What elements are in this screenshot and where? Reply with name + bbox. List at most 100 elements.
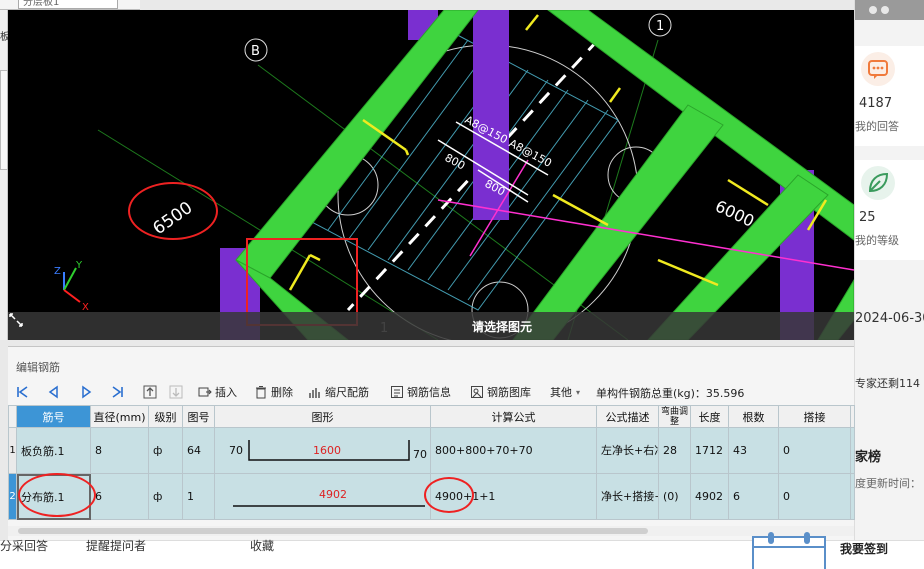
scale-bars-icon <box>309 388 320 398</box>
prev-record-icon[interactable] <box>46 384 62 400</box>
annotation-oval-formula <box>424 477 474 513</box>
calendar-ring <box>768 532 774 544</box>
header-grade[interactable]: 级别 <box>148 405 183 428</box>
cell-extra <box>850 427 855 474</box>
next-record-icon[interactable] <box>78 384 94 400</box>
model-canvas[interactable]: B 1 6500 6000 A8@150 A8@150 800 800 1 Z … <box>8 10 854 340</box>
info-sheet-icon <box>391 386 403 398</box>
chevron-down-icon: ▾ <box>576 387 581 397</box>
answers-label: 我的回答 <box>855 120 899 133</box>
my-answers-card[interactable]: 4187 我的回答 <box>855 46 924 146</box>
app-root: 分层板1 板 B 1 6500 6000 A8@150 A8@150 800 8… <box>0 0 924 569</box>
header-count[interactable]: 根数 <box>728 405 779 428</box>
expiry-date: 2024-06-30 <box>855 311 924 326</box>
other-menu-button[interactable]: 其他 ▾ <box>550 383 580 401</box>
header-figure-no[interactable]: 图号 <box>182 405 215 428</box>
calendar-top <box>754 538 824 548</box>
expert-remaining: 专家还剩114 <box>855 377 920 390</box>
scale-rebar-button[interactable]: 缩尺配筋 <box>308 383 369 401</box>
cell-bar-no[interactable]: 板负筋.1 <box>16 427 91 474</box>
header-formula[interactable]: 计算公式 <box>430 405 597 428</box>
cell-formula-desc[interactable]: 左净长+右净长+… <box>596 427 659 474</box>
cell-figure-no[interactable]: 64 <box>182 427 215 474</box>
cell-grade[interactable]: ф <box>148 473 183 520</box>
total-weight: 单构件钢筋总重(kg)：35.596 <box>596 387 745 400</box>
table-header: 筋号 直径(mm) 级别 图号 图形 计算公式 公式描述 弯曲调整 长度 根数 … <box>8 405 855 428</box>
cell-diameter[interactable]: 6 <box>90 473 149 520</box>
layer-selector[interactable]: 分层板1 <box>18 0 118 9</box>
move-down-icon[interactable] <box>168 384 184 400</box>
insert-label: 插入 <box>215 386 237 399</box>
favorite-link[interactable]: 收藏 <box>250 537 274 554</box>
header-lap[interactable]: 搭接 <box>778 405 851 428</box>
rebar-info-button[interactable]: 钢筋信息 <box>390 383 451 401</box>
cell-count[interactable]: 6 <box>728 473 779 520</box>
my-level-card[interactable]: 25 我的等级 <box>855 160 924 260</box>
shape-mid-value: 4902 <box>319 488 347 501</box>
editor-toolbar: 插入 删除 缩尺配筋 钢筋信息 钢筋图库 其他 ▾ 单构件钢筋总重(kg)：35… <box>8 381 854 403</box>
library-icon <box>471 386 483 398</box>
shape-mid-value: 1600 <box>313 444 341 457</box>
move-up-icon[interactable] <box>142 384 158 400</box>
checkin-button[interactable]: 我要签到 <box>840 540 888 557</box>
sidebar-header <box>855 0 924 20</box>
cell-figure-no[interactable]: 1 <box>182 473 215 520</box>
table-row[interactable]: 1 板负筋.1 8 ф 64 70 1600 70 800+800+70+70 <box>8 427 855 474</box>
adopt-answer-link[interactable]: 分采回答 <box>0 537 48 554</box>
rebar-library-label: 钢筋图库 <box>487 386 531 399</box>
cell-diameter[interactable]: 8 <box>90 427 149 474</box>
cell-lap[interactable]: 0 <box>778 473 851 520</box>
calendar-icon[interactable] <box>752 532 826 569</box>
cell-length[interactable]: 4902 <box>690 473 729 520</box>
remind-asker-link[interactable]: 提醒提问者 <box>86 537 146 554</box>
rebar-library-button[interactable]: 钢筋图库 <box>470 383 531 401</box>
header-bar-no[interactable]: 筋号 <box>16 405 91 428</box>
row-index: 2 <box>8 473 17 520</box>
status-bar: 请选择图元 <box>8 312 854 340</box>
cell-bend-adjust[interactable]: (0) <box>658 473 691 520</box>
horizontal-scrollbar[interactable] <box>8 526 854 536</box>
left-panel: 板 <box>0 10 10 340</box>
rank-update-time: 度更新时间： <box>855 477 921 490</box>
select-arrow-icon <box>9 313 23 327</box>
cell-count[interactable]: 43 <box>728 427 779 474</box>
cell-shape[interactable]: 4902 <box>214 473 431 520</box>
cell-formula[interactable]: 800+800+70+70 <box>430 427 597 474</box>
cell-lap[interactable]: 0 <box>778 427 851 474</box>
header-length[interactable]: 长度 <box>690 405 729 428</box>
leaf-icon <box>861 166 895 200</box>
header-formula-desc[interactable]: 公式描述 <box>596 405 659 428</box>
dot-icon <box>869 6 877 14</box>
right-sidebar: 4187 我的回答 25 我的等级 2024-06-30 专家还剩114 家榜 … <box>854 0 924 540</box>
cell-shape[interactable]: 70 1600 70 <box>214 427 431 474</box>
rebar-shape-diagram: 70 1600 70 <box>229 440 427 461</box>
header-shape[interactable]: 图形 <box>214 405 431 428</box>
insert-button[interactable]: 插入 <box>198 383 237 401</box>
dot-icon <box>881 6 889 14</box>
trash-icon <box>256 386 266 399</box>
cell-formula-desc[interactable]: 净长+搭接+搭接 <box>596 473 659 520</box>
status-text: 请选择图元 <box>472 320 533 334</box>
delete-button[interactable]: 删除 <box>254 383 293 401</box>
shape-left-value: 70 <box>229 444 243 457</box>
header-bend-adjust[interactable]: 弯曲调整 <box>658 405 691 428</box>
rebar-shape-diagram: 4902 <box>233 488 425 507</box>
editor-title: 编辑钢筋 <box>16 361 60 374</box>
model-viewport[interactable]: B 1 6500 6000 A8@150 A8@150 800 800 1 Z … <box>8 10 854 340</box>
axis-label-1: 1 <box>656 19 664 34</box>
cell-bend-adjust[interactable]: 28 <box>658 427 691 474</box>
answers-count: 4187 <box>859 96 893 111</box>
shape-right-value: 70 <box>413 448 427 461</box>
scrollbar-thumb[interactable] <box>18 528 648 534</box>
cell-length[interactable]: 1712 <box>690 427 729 474</box>
first-record-icon[interactable] <box>14 384 30 400</box>
last-record-icon[interactable] <box>110 384 126 400</box>
scale-rebar-label: 缩尺配筋 <box>325 386 369 399</box>
top-strip: 分层板1 <box>0 0 140 10</box>
dimension-6000: 6000 <box>712 196 757 230</box>
cell-grade[interactable]: ф <box>148 427 183 474</box>
header-diameter[interactable]: 直径(mm) <box>90 405 149 428</box>
chat-icon <box>861 52 895 86</box>
delete-label: 删除 <box>271 386 293 399</box>
left-panel-box <box>0 70 8 170</box>
